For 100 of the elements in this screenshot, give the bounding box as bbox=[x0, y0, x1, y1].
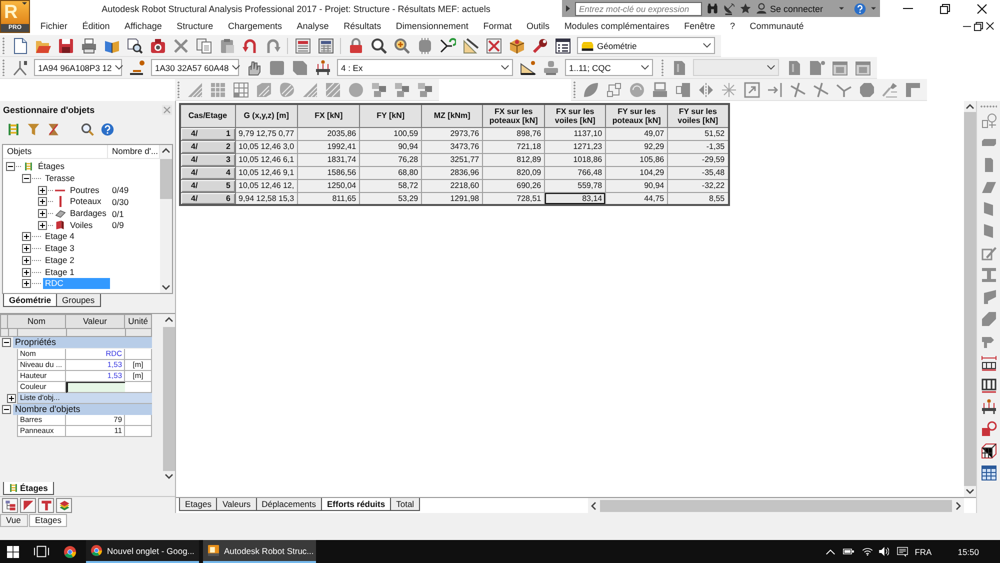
caret-up-icon[interactable] bbox=[162, 148, 170, 153]
column-header[interactable]: FX sur les voiles [kN] bbox=[544, 104, 606, 127]
cube-icon[interactable] bbox=[508, 38, 524, 54]
caret-down-icon[interactable] bbox=[162, 285, 170, 290]
table-cell[interactable]: 10,05 12,46 3,0 bbox=[235, 140, 298, 153]
column-header[interactable]: FY sur les poteaux [kN] bbox=[606, 104, 668, 127]
zoom-extents-icon[interactable] bbox=[394, 38, 410, 54]
undo-arrow-icon[interactable] bbox=[242, 38, 258, 54]
tiles-icon[interactable] bbox=[394, 82, 410, 98]
expand-box-icon[interactable] bbox=[38, 186, 47, 195]
sheet-tab[interactable]: Etages bbox=[179, 498, 218, 511]
copy-icon[interactable] bbox=[196, 38, 212, 54]
help-icon[interactable] bbox=[854, 2, 866, 14]
play-triangle-icon[interactable] bbox=[566, 5, 570, 12]
close-icon[interactable] bbox=[976, 4, 987, 14]
sheet-tab[interactable]: Total bbox=[390, 498, 420, 511]
table-cell[interactable]: -35,48 bbox=[668, 166, 729, 179]
tree-item[interactable]: Poutres bbox=[68, 184, 102, 196]
table-cell[interactable]: 559,78 bbox=[544, 179, 606, 192]
wifi-icon[interactable] bbox=[862, 547, 873, 556]
restore-icon[interactable] bbox=[974, 22, 983, 30]
row-header[interactable]: 4/ 3 bbox=[180, 153, 235, 166]
group-header[interactable]: Nombre d'objets bbox=[13, 404, 152, 415]
arrow-to-bar-icon[interactable] bbox=[766, 82, 782, 98]
frame-load-icon[interactable] bbox=[980, 399, 996, 415]
frame-3d-icon[interactable] bbox=[980, 443, 996, 459]
menu-item[interactable]: Édition bbox=[74, 21, 118, 31]
cube-circle-icon[interactable] bbox=[980, 421, 996, 437]
color-field[interactable] bbox=[66, 382, 125, 392]
menu-item[interactable]: Affichage bbox=[117, 21, 170, 31]
satellite-dish-icon[interactable] bbox=[722, 2, 735, 14]
table-cell[interactable]: 53,29 bbox=[360, 192, 422, 205]
user-icon[interactable] bbox=[756, 3, 767, 14]
star-burst-icon[interactable] bbox=[720, 82, 736, 98]
toolbar-grip[interactable] bbox=[2, 59, 5, 76]
column-header[interactable]: FY [kN] bbox=[360, 104, 422, 127]
table-icon[interactable] bbox=[980, 465, 996, 481]
stamp-icon[interactable] bbox=[542, 60, 558, 76]
table-cell[interactable]: 9,79 12,75 0,77 bbox=[235, 127, 298, 140]
table-cell[interactable]: 1137,10 bbox=[544, 127, 606, 140]
crossing-lines-icon[interactable] bbox=[790, 82, 806, 98]
column-header[interactable]: G (x,y,z) [m] bbox=[235, 104, 298, 127]
hand-icon[interactable] bbox=[246, 60, 262, 76]
panel-edit-icon[interactable] bbox=[980, 245, 996, 261]
minimize-icon[interactable] bbox=[903, 8, 914, 9]
speaker-icon[interactable] bbox=[878, 547, 889, 556]
table-cell[interactable]: 104,29 bbox=[606, 166, 668, 179]
resize-icon[interactable] bbox=[744, 82, 760, 98]
storey-stack-icon[interactable] bbox=[6, 122, 20, 136]
calendar-icon[interactable] bbox=[832, 60, 848, 76]
table-cell[interactable]: 10,05 12,46 9,1 bbox=[235, 166, 298, 179]
tree-item[interactable]: Bardages bbox=[68, 208, 108, 220]
row-header[interactable]: 4/ 1 bbox=[180, 127, 235, 140]
table-cell[interactable]: 1250,04 bbox=[298, 179, 360, 192]
angle-plate-icon[interactable] bbox=[980, 311, 996, 327]
table-cell[interactable]: 1992,41 bbox=[298, 140, 360, 153]
table-cell[interactable]: 812,89 bbox=[482, 153, 545, 166]
table-cell[interactable]: 1291,98 bbox=[422, 192, 483, 205]
new-file-icon[interactable] bbox=[12, 38, 28, 54]
table-cell[interactable]: 51,52 bbox=[668, 127, 729, 140]
mirror-icon[interactable] bbox=[698, 82, 714, 98]
tree-item[interactable]: Etage 2 bbox=[43, 254, 76, 266]
table-cell[interactable]: 90,94 bbox=[360, 140, 422, 153]
toolbar-grip[interactable] bbox=[980, 105, 997, 108]
expand-box-icon[interactable] bbox=[22, 279, 31, 288]
extrude-icon[interactable] bbox=[882, 82, 898, 98]
column-header[interactable]: Unité bbox=[125, 314, 152, 329]
table-cell[interactable]: 44,75 bbox=[606, 192, 668, 205]
filter-icon[interactable] bbox=[26, 122, 40, 136]
caret-left-icon[interactable] bbox=[591, 502, 596, 510]
taskbar-app-button[interactable]: Autodesk Robot Struc... bbox=[203, 540, 316, 563]
tool-button[interactable] bbox=[56, 498, 72, 512]
menu-item[interactable]: Fenêtre bbox=[676, 21, 723, 31]
printer-icon[interactable] bbox=[80, 38, 96, 54]
expand-box-icon[interactable] bbox=[38, 209, 47, 218]
menu-item[interactable]: Structure bbox=[169, 21, 221, 31]
wrench-icon[interactable] bbox=[532, 38, 548, 54]
combination-dropdown[interactable]: 1..11; CQC bbox=[565, 59, 653, 76]
row-header[interactable]: 4/ 6 bbox=[180, 192, 235, 205]
expand-box-icon[interactable] bbox=[38, 197, 47, 206]
table-cell[interactable]: 83,14 bbox=[544, 192, 606, 205]
column-header[interactable]: Valeur bbox=[66, 314, 125, 329]
column-header[interactable]: FY sur les voiles [kN] bbox=[668, 104, 729, 127]
collapse-box-icon[interactable] bbox=[2, 404, 11, 414]
expand-box-icon[interactable] bbox=[38, 220, 47, 230]
sheet-tab[interactable]: Valeurs bbox=[216, 498, 257, 511]
tree-item[interactable]: Etage 3 bbox=[43, 243, 76, 254]
table-cell[interactable]: -1,35 bbox=[668, 140, 729, 153]
scrollbar-thumb[interactable] bbox=[600, 500, 952, 512]
bar-marker-icon[interactable] bbox=[128, 60, 144, 76]
collapse-box-icon[interactable] bbox=[22, 174, 31, 184]
camera-icon[interactable] bbox=[150, 38, 166, 54]
wall-panel-icon[interactable] bbox=[674, 82, 690, 98]
panel-tab[interactable]: Groupes bbox=[56, 294, 101, 307]
chip-icon[interactable] bbox=[416, 38, 432, 54]
collapse-box-icon[interactable] bbox=[2, 338, 11, 348]
caret-down-icon[interactable] bbox=[966, 489, 974, 494]
crossing-lines-icon[interactable] bbox=[812, 82, 828, 98]
toolbar-grip[interactable] bbox=[177, 81, 180, 98]
calendar-icon[interactable] bbox=[854, 60, 870, 76]
